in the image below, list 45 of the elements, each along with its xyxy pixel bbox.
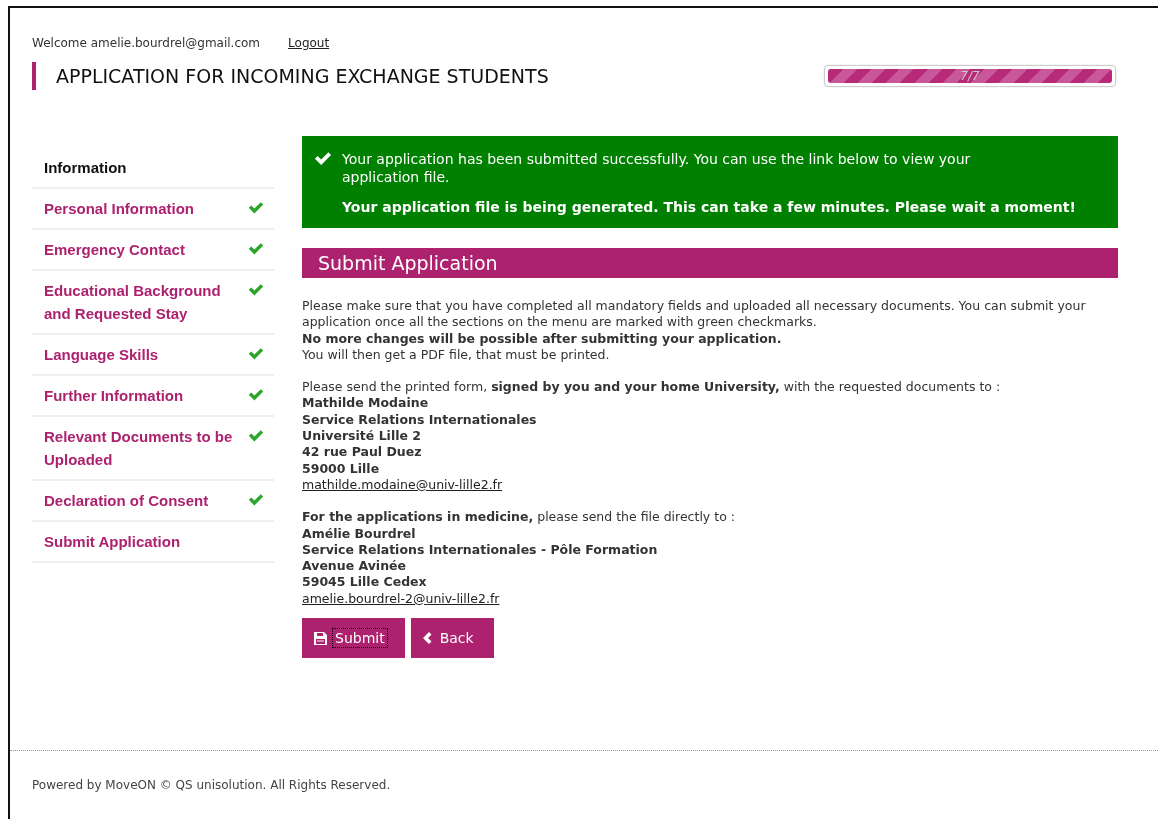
body-text: Amélie Bourdrel (302, 525, 416, 542)
check-icon (248, 283, 264, 296)
body-text: No more changes will be possible after submitting your application. (302, 330, 782, 347)
sidebar-item[interactable]: Declaration of Consent (32, 481, 274, 522)
submit-button[interactable]: Submit (302, 618, 405, 659)
body-text: You will then get a PDF file, that must be printed. (302, 346, 610, 364)
chevron-left-icon (422, 632, 432, 645)
sidebar-heading: Information (32, 148, 274, 189)
sidebar-item[interactable]: Language Skills (32, 335, 274, 376)
save-icon (314, 631, 327, 645)
progress-fill: 7/7 (828, 69, 1112, 83)
check-icon (248, 388, 264, 401)
sidebar-item[interactable]: Educational Background and Requested Stay (32, 271, 274, 335)
body-text: For the applications in medicine, please send the file directly to : (302, 509, 735, 526)
generating-note: Your application file is being generated. This can take a few minutes. Please wait a moment! (342, 198, 1077, 216)
check-icon (314, 151, 332, 166)
body-text: Mathilde Modaine (302, 395, 429, 412)
sidebar-item[interactable]: Personal Information (32, 189, 274, 230)
sidebar-item[interactable]: Relevant Documents to be Uploaded (32, 417, 274, 481)
check-icon (248, 347, 264, 360)
body-text: Service Relations Internationales (302, 411, 537, 429)
check-icon (248, 429, 264, 442)
body-text: Avenue Avinée (302, 558, 406, 575)
body-text: Please make sure that you have completed all mandatory fields and uploaded all necessary documents. You can submit your application once all the sections on the menu are marked with green checkmarks. (302, 298, 1087, 331)
sidebar-item[interactable]: Emergency Contact (32, 230, 274, 271)
email-link[interactable]: amelie.bourdrel-2@univ-lille2.fr (302, 590, 500, 608)
body-text: Université Lille 2 (302, 428, 421, 445)
body-text: Service Relations Internationales - Pôle Formation (302, 541, 658, 559)
section-title: Submit Application (302, 248, 1118, 278)
footer-text: Powered by MoveON © QS unisolution. All Rights Reserved. (32, 778, 391, 792)
check-icon (248, 242, 264, 255)
body-text: 42 rue Paul Duez (302, 444, 422, 461)
logout-link[interactable]: Logout (288, 36, 330, 50)
body-text: Please send the printed form, signed by you and your home University, with the requested documents to : (302, 379, 1001, 396)
body-text: 59000 Lille (302, 460, 380, 477)
body-text: 59045 Lille Cedex (302, 574, 427, 591)
page-title: APPLICATION FOR INCOMING EXCHANGE STUDENTS (32, 62, 549, 90)
sidebar-item[interactable]: Submit Application (32, 522, 274, 563)
sidebar-item[interactable]: Further Information (32, 376, 274, 417)
check-icon (248, 493, 264, 506)
email-link[interactable]: mathilde.modaine@univ-lille2.fr (302, 476, 503, 494)
success-message: Your application has been submitted successfully. You can use the link below to view your application file. (342, 150, 972, 186)
check-icon (248, 201, 264, 214)
welcome-text: Welcome amelie.bourdrel@gmail.com (32, 36, 261, 50)
back-button[interactable]: Back (410, 618, 494, 659)
